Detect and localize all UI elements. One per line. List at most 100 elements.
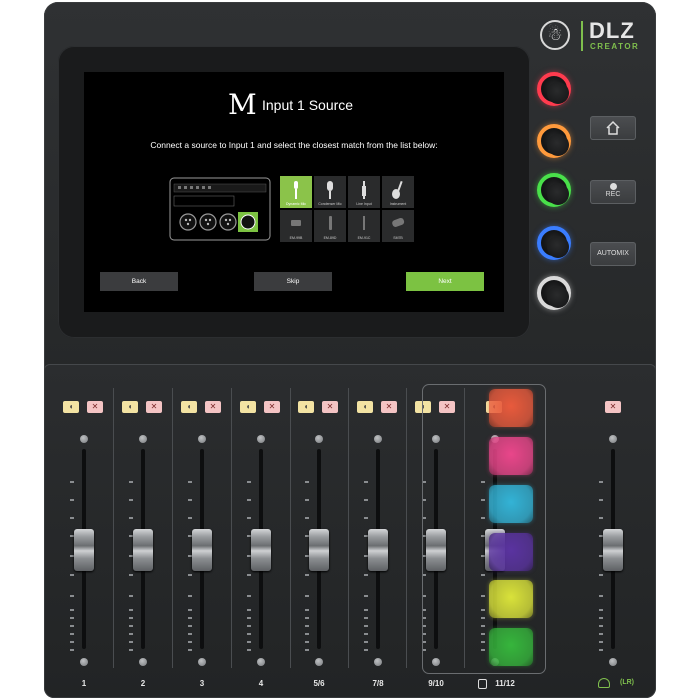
fader-scale-tick (129, 617, 133, 619)
fader-bottom-screw (315, 658, 323, 666)
mic-model-icon (392, 217, 405, 227)
record-dot-icon (609, 183, 617, 190)
fader-scale-tick (364, 617, 368, 619)
page-title: Input 1 Source (262, 97, 354, 113)
fader-scale-tick (364, 595, 368, 597)
encoder-1[interactable] (537, 72, 571, 106)
guitar-icon (392, 180, 403, 199)
back-button[interactable]: Back (100, 272, 178, 291)
fader-scale-tick (364, 649, 368, 651)
fader-top-screw (139, 435, 147, 443)
fader-scale-tick (188, 633, 192, 635)
fader-knob[interactable] (192, 529, 212, 571)
mic-model-icon (363, 216, 365, 230)
encoder-4[interactable] (537, 226, 571, 260)
fader-bottom-screw (198, 658, 206, 666)
fader-scale-tick (247, 625, 251, 627)
fader-scale-tick (70, 517, 74, 519)
rec-label: REC (605, 191, 621, 198)
source-em-89d[interactable]: EM-89D (314, 210, 346, 242)
source-label: Line Input (356, 202, 372, 206)
fader-scale-tick (305, 617, 309, 619)
mute-button[interactable]: ✕ (205, 401, 221, 413)
mute-button[interactable]: ✕ (146, 401, 162, 413)
fader-top-screw (374, 435, 382, 443)
touchscreen[interactable]: M Input 1 Source Connect a source to Inp… (84, 72, 504, 312)
fader-scale-tick (305, 517, 309, 519)
speaker-mute-icon: ✕ (209, 402, 217, 411)
fader-knob[interactable] (251, 529, 271, 571)
mute-button[interactable]: ✕ (605, 401, 621, 413)
ear-icon: ◖ (303, 402, 309, 411)
fader-scale-tick (247, 649, 251, 651)
channel-divider (348, 388, 349, 668)
input-connector-illustration (169, 177, 271, 241)
mute-button[interactable]: ✕ (322, 401, 338, 413)
fader-bottom-screw (609, 658, 617, 666)
fader-bottom-screw (374, 658, 382, 666)
source-em-91c[interactable]: EM-91C (348, 210, 380, 242)
source-condenser-mic[interactable]: Condenser Mic (314, 176, 346, 208)
channel-divider (172, 388, 173, 668)
cue-button[interactable]: ◖ (357, 401, 373, 413)
fader-knob[interactable] (74, 529, 94, 571)
cue-button[interactable]: ◖ (298, 401, 314, 413)
main-mix-strip: ✕ (LR) (584, 383, 642, 688)
fader-scale-tick (247, 633, 251, 635)
cue-button[interactable]: ◖ (181, 401, 197, 413)
fader-scale-tick (129, 633, 133, 635)
cue-button[interactable]: ◖ (240, 401, 256, 413)
channel-label: 3 (199, 679, 205, 688)
fader-scale-tick (70, 617, 74, 619)
speaker-mute-icon: ✕ (385, 402, 393, 411)
mute-button[interactable]: ✕ (264, 401, 280, 413)
fader-scale-tick (305, 481, 309, 483)
fader-scale-tick (305, 649, 309, 651)
fader-knob[interactable] (133, 529, 153, 571)
mute-button[interactable]: ✕ (381, 401, 397, 413)
encoder-2[interactable] (537, 124, 571, 158)
fader-scale-tick (129, 481, 133, 483)
speaker-mute-icon: ✕ (609, 402, 617, 411)
fader-scale-tick (70, 481, 74, 483)
fader-top-screw (315, 435, 323, 443)
source-line-input[interactable]: Line Input (348, 176, 380, 208)
fader-scale-tick (599, 625, 603, 627)
fader-scale-tick (599, 517, 603, 519)
fader-scale-tick (247, 609, 251, 611)
home-button[interactable] (590, 116, 636, 140)
fader-scale-tick (364, 633, 368, 635)
source-dynamic-mic[interactable]: Dynamic Mic (280, 176, 312, 208)
source-instrument[interactable]: Instrument (382, 176, 414, 208)
source-em-99b[interactable]: EM-99B (280, 210, 312, 242)
cue-button[interactable]: ◖ (63, 401, 79, 413)
fader-top-screw (80, 435, 88, 443)
fader-scale-tick (188, 499, 192, 501)
cue-button[interactable]: ◖ (122, 401, 138, 413)
fader-knob[interactable] (603, 529, 623, 571)
fader-bottom-screw (139, 658, 147, 666)
channel-label: 2 (140, 679, 146, 688)
automix-button[interactable]: AUTOMIX (590, 242, 636, 266)
channel-strip-1: ◖ ✕ 1 (55, 383, 113, 688)
source-label: Instrument (389, 202, 407, 206)
source-sm7b[interactable]: SM7B (382, 210, 414, 242)
fader-scale-tick (247, 617, 251, 619)
fader-knob[interactable] (368, 529, 388, 571)
fader-scale-tick (599, 609, 603, 611)
fader-scale-tick (599, 617, 603, 619)
encoder-3[interactable] (537, 173, 571, 207)
ear-icon: ◖ (245, 402, 251, 411)
fader-scale-tick (70, 641, 74, 643)
home-icon (606, 120, 620, 135)
next-button[interactable]: Next (406, 272, 484, 291)
speaker-mute-icon: ✕ (268, 402, 276, 411)
rec-button[interactable]: REC (590, 180, 636, 204)
channel-label: 5/6 (313, 679, 325, 688)
fader-scale-tick (129, 595, 133, 597)
mute-button[interactable]: ✕ (87, 401, 103, 413)
skip-button[interactable]: Skip (254, 272, 332, 291)
fader-knob[interactable] (309, 529, 329, 571)
encoder-5[interactable] (537, 276, 571, 310)
fader-scale-tick (129, 649, 133, 651)
